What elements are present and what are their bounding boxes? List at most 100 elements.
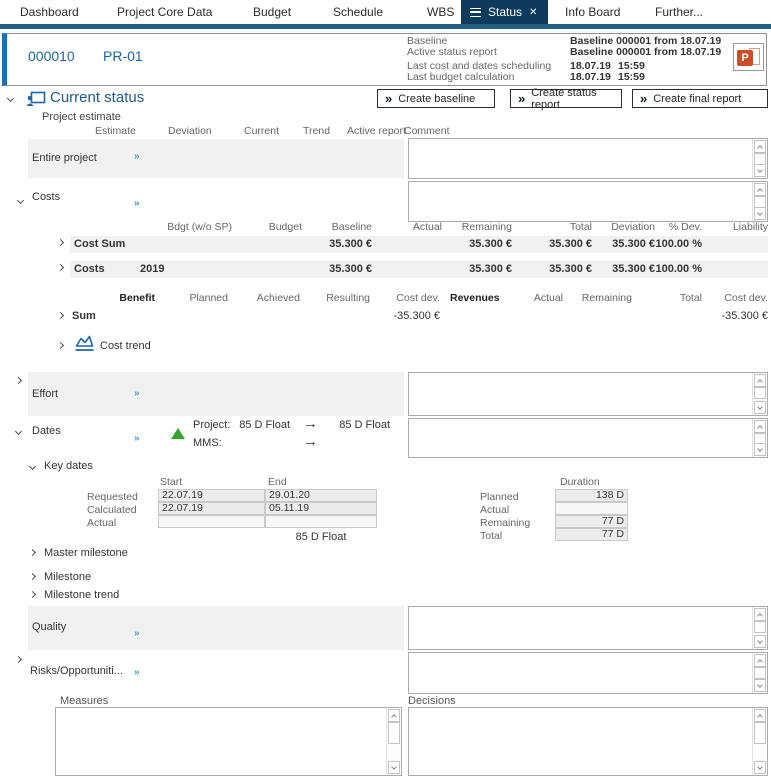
scroll-down-button[interactable] (754, 401, 766, 414)
scrollbar[interactable] (752, 607, 767, 649)
chevron-up-icon (391, 714, 397, 720)
tab-schedule[interactable]: Schedule (333, 0, 383, 24)
col-planned: Planned (189, 292, 228, 304)
costs-2019-expand-toggle[interactable] (57, 264, 64, 271)
scroll-up-button[interactable] (754, 654, 766, 667)
scroll-down-button[interactable] (754, 207, 766, 220)
effort-comment-textarea[interactable] (408, 372, 768, 416)
close-tab-icon[interactable]: ✕ (529, 7, 537, 18)
remaining-label: Remaining (480, 517, 530, 529)
float-note: 85 D Float (265, 531, 377, 543)
scroll-up-button[interactable] (754, 420, 766, 433)
scroll-up-button[interactable] (754, 140, 766, 153)
calculated-start-field[interactable]: 22.07.19 (158, 502, 265, 515)
scrollbar[interactable] (752, 653, 767, 693)
scroll-down-button[interactable] (754, 164, 766, 177)
tab-dashboard[interactable]: Dashboard (20, 0, 79, 24)
scrollbar[interactable] (752, 373, 767, 415)
col-active-report: Active report (347, 125, 406, 137)
risks-comment-textarea[interactable] (408, 652, 768, 694)
comment-marker-icon[interactable]: » (134, 198, 139, 209)
dates-expand-toggle[interactable] (15, 428, 22, 435)
milestone-label: Milestone (44, 571, 91, 583)
scrollbar[interactable] (752, 139, 767, 178)
menu-icon[interactable] (470, 8, 481, 17)
scroll-down-button[interactable] (754, 635, 766, 648)
chevron-up-icon (757, 613, 763, 619)
scrollbar[interactable] (752, 708, 767, 775)
costs-comment-textarea[interactable] (408, 181, 768, 222)
powerpoint-export-button[interactable]: P (733, 43, 764, 71)
cost-sum-expand-toggle[interactable] (57, 239, 64, 246)
scroll-down-button[interactable] (754, 443, 766, 456)
scroll-up-button[interactable] (754, 374, 766, 387)
scrollbar[interactable] (752, 182, 767, 221)
comment-marker-icon[interactable]: » (134, 628, 139, 639)
total-duration-field[interactable]: 77 D (555, 528, 628, 541)
col-total: Total (570, 221, 592, 233)
actual-start-field[interactable] (158, 515, 265, 528)
scroll-down-button[interactable] (754, 679, 766, 692)
section-expand-toggle[interactable] (7, 95, 14, 102)
entire-project-comment-textarea[interactable] (408, 138, 768, 179)
tab-further[interactable]: Further... (655, 0, 703, 24)
entire-project-label: Entire project (32, 152, 97, 164)
scroll-up-button[interactable] (754, 709, 766, 722)
quality-comment-textarea[interactable] (408, 606, 768, 650)
arrow-right-icon: → (303, 416, 318, 431)
comment-marker-icon[interactable]: » (134, 151, 139, 162)
scroll-down-button[interactable] (388, 761, 400, 774)
measures-textarea[interactable] (55, 707, 402, 776)
scroll-thumb[interactable] (388, 722, 400, 744)
sum-expand-toggle[interactable] (57, 312, 64, 319)
scroll-thumb[interactable] (754, 667, 766, 679)
remaining-duration-field[interactable]: 77 D (555, 515, 628, 528)
actual-label: Actual (87, 517, 116, 529)
comment-marker-icon[interactable]: » (134, 388, 139, 399)
cost-trend-label: Cost trend (100, 340, 151, 352)
milestone-trend-expand-toggle[interactable] (29, 591, 36, 598)
cost-trend-expand-toggle[interactable] (57, 342, 64, 349)
effort-expand-toggle[interactable] (15, 377, 22, 384)
scroll-up-button[interactable] (388, 709, 400, 722)
comment-marker-icon[interactable]: » (134, 433, 139, 444)
key-dates-expand-toggle[interactable] (29, 463, 36, 470)
scroll-up-button[interactable] (754, 183, 766, 196)
scrollbar[interactable] (386, 708, 401, 775)
calculated-end-field[interactable]: 05.11.19 (265, 502, 377, 515)
risks-expand-toggle[interactable] (15, 656, 22, 663)
requested-start-field[interactable]: 22.07.19 (158, 489, 265, 502)
planned-duration-field[interactable]: 138 D (555, 489, 628, 502)
actual-duration-field[interactable] (555, 502, 628, 515)
create-status-report-button[interactable]: » Create status report (510, 89, 622, 108)
col-rev-total: Total (680, 292, 702, 304)
costs-expand-toggle[interactable] (17, 197, 24, 204)
scroll-down-button[interactable] (754, 761, 766, 774)
create-final-report-label: Create final report (653, 93, 741, 105)
cost-sum-baseline: 35.300 € (329, 238, 372, 250)
scroll-thumb[interactable] (754, 387, 766, 399)
cost-sum-remaining: 35.300 € (469, 238, 512, 250)
tab-budget[interactable]: Budget (253, 0, 291, 24)
tab-wbs[interactable]: WBS (427, 0, 454, 24)
tab-status-active[interactable]: Status ✕ (461, 0, 548, 24)
dates-comment-textarea[interactable] (408, 418, 768, 458)
requested-end-field[interactable]: 29.01.20 (265, 489, 377, 502)
create-baseline-button[interactable]: » Create baseline (377, 89, 495, 108)
scrollbar[interactable] (752, 419, 767, 457)
milestone-expand-toggle[interactable] (29, 573, 36, 580)
tab-project-core-data[interactable]: Project Core Data (117, 0, 212, 24)
tab-info-board[interactable]: Info Board (565, 0, 620, 24)
create-final-report-button[interactable]: » Create final report (632, 89, 768, 108)
col-duration: Duration (560, 476, 600, 488)
actual-end-field[interactable] (265, 515, 377, 528)
comment-marker-icon[interactable]: » (134, 667, 139, 678)
decisions-textarea[interactable] (408, 707, 768, 776)
scroll-up-button[interactable] (754, 608, 766, 621)
scroll-thumb[interactable] (754, 722, 766, 744)
double-chevron-icon: » (518, 92, 525, 105)
master-milestone-expand-toggle[interactable] (29, 549, 36, 556)
col-cost-dev: Cost dev. (396, 292, 440, 304)
scroll-thumb[interactable] (754, 621, 766, 633)
powerpoint-icon: P (737, 50, 753, 66)
